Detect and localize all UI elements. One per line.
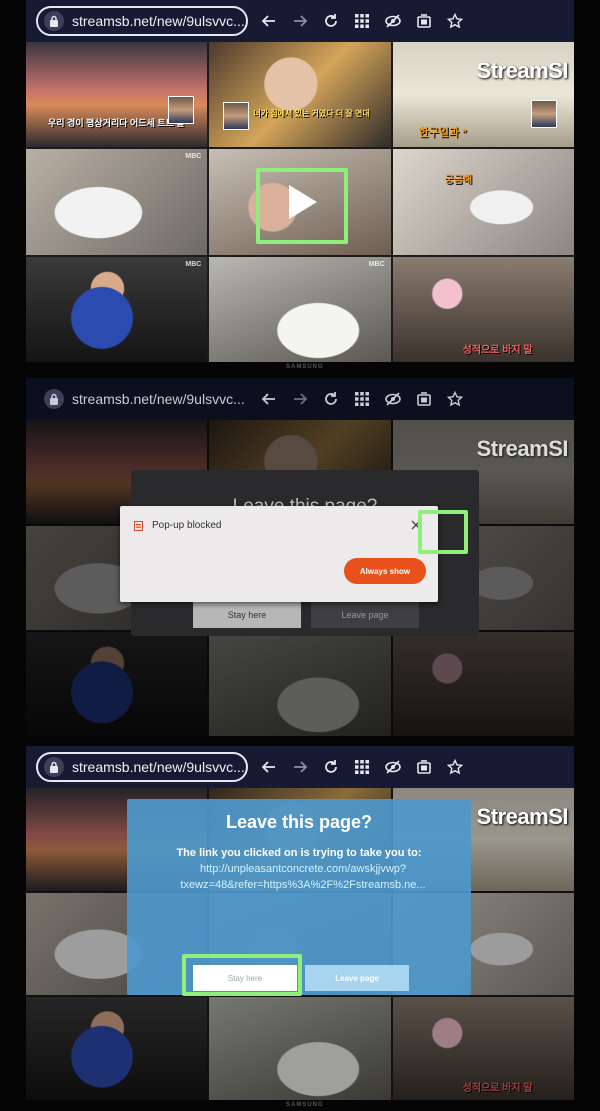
channel-tag: MBC	[185, 260, 202, 268]
stay-here-button[interactable]: Stay here	[193, 965, 297, 991]
tracking-protection-icon[interactable]	[384, 390, 402, 408]
thumbnail-caption: 궁금해	[444, 175, 473, 187]
back-arrow-icon[interactable]	[260, 758, 278, 776]
popup-title: Pop-up blocked	[152, 520, 222, 531]
forward-arrow-icon[interactable]	[291, 758, 309, 776]
url-text: streamsb.net/new/9ulsvvc...	[72, 759, 245, 775]
panel-step-3: streamsb.net/new/9ulsvvc... 성적으로 바지 말 St…	[0, 746, 600, 1111]
tv-screen: streamsb.net/new/9ulsvvc... StreamSI Sta…	[26, 378, 574, 736]
streamsb-watermark: StreamSI	[476, 58, 569, 83]
inset-face	[223, 102, 250, 130]
bookmark-star-icon[interactable]	[446, 390, 464, 408]
channel-tag: MBC	[185, 153, 202, 161]
url-bar[interactable]: streamsb.net/new/9ulsvvc...	[36, 6, 248, 36]
leave-page-button[interactable]: Leave page	[305, 965, 409, 991]
thumbnail-caption: 우리 경이 평상거리다 어드세 트트 들	[48, 118, 185, 129]
video-thumbnail[interactable]: 우리 경이 평상거리다 어드세 트트 들	[26, 42, 208, 148]
video-thumbnail[interactable]: MBC	[209, 256, 391, 362]
tracking-protection-icon[interactable]	[384, 758, 402, 776]
bookmark-star-icon[interactable]	[446, 758, 464, 776]
panel-step-1: streamsb.net/new/9ulsvvc... 우리 경이 평상거리다 …	[0, 0, 600, 370]
streamsb-watermark: StreamSI	[476, 436, 569, 461]
video-thumbnail[interactable]: MBC	[26, 256, 208, 362]
url-text: streamsb.net/new/9ulsvvc...	[72, 13, 245, 29]
back-arrow-icon[interactable]	[260, 390, 278, 408]
lock-icon	[44, 11, 64, 31]
stay-here-button[interactable]: Stay here	[193, 602, 301, 628]
url-bar[interactable]: streamsb.net/new/9ulsvvc...	[36, 752, 248, 782]
video-thumbnail[interactable]: 성적으로 바지 말	[392, 256, 574, 362]
apps-grid-icon[interactable]	[353, 758, 371, 776]
close-icon	[411, 520, 421, 530]
inset-face	[530, 100, 557, 128]
panel-step-2: streamsb.net/new/9ulsvvc... StreamSI Sta…	[0, 370, 600, 746]
streamsb-watermark: StreamSI	[476, 804, 569, 829]
dialog-message: The link you clicked on is trying to tak…	[176, 847, 422, 859]
inset-face	[168, 96, 194, 124]
channel-tag: MBC	[368, 260, 385, 268]
reload-icon[interactable]	[322, 12, 340, 30]
always-show-button[interactable]: Always show	[344, 558, 426, 584]
popup-blocked-notification: Pop-up blocked Always show	[120, 506, 438, 602]
leave-page-dialog: Leave this page? The link you clicked on…	[127, 799, 471, 995]
thumbnail-caption: 성적으로 바지 말	[462, 345, 533, 356]
video-thumbnail[interactable]: 궁금해	[392, 149, 574, 255]
browser-toolbar: streamsb.net/new/9ulsvvc...	[26, 378, 574, 420]
tracking-protection-icon[interactable]	[384, 12, 402, 30]
popup-blocked-icon	[134, 521, 143, 531]
video-thumbnail[interactable]: MBC	[26, 149, 208, 255]
lock-icon	[44, 389, 64, 409]
tv-brand-label: SAMSUNG	[286, 1102, 324, 1108]
apps-grid-icon[interactable]	[353, 390, 371, 408]
back-arrow-icon[interactable]	[260, 12, 278, 30]
play-button[interactable]	[273, 175, 327, 229]
dialog-title: Leave this page?	[225, 812, 373, 832]
reload-icon[interactable]	[322, 758, 340, 776]
video-thumbnail-grid: 우리 경이 평상거리다 어드세 트트 들 너가 집에서 있는 거였다 더 잘 면…	[26, 42, 574, 362]
thumbnail-caption: 너가 집에서 있는 거였다 더 잘 면대	[253, 109, 370, 118]
tab-icon[interactable]	[415, 12, 433, 30]
tv-screen: streamsb.net/new/9ulsvvc... 우리 경이 평상거리다 …	[26, 0, 574, 362]
browser-toolbar: streamsb.net/new/9ulsvvc...	[26, 746, 574, 788]
lock-icon	[44, 757, 64, 777]
bookmark-star-icon[interactable]	[446, 12, 464, 30]
forward-arrow-icon[interactable]	[291, 390, 309, 408]
forward-arrow-icon[interactable]	[291, 12, 309, 30]
apps-grid-icon[interactable]	[353, 12, 371, 30]
leave-page-button[interactable]: Leave page	[311, 602, 419, 628]
thumbnail-caption: 한구일과 *	[418, 127, 467, 139]
reload-icon[interactable]	[322, 390, 340, 408]
video-thumbnail[interactable]: 너가 집에서 있는 거였다 더 잘 면대	[209, 42, 391, 148]
tab-icon[interactable]	[415, 758, 433, 776]
redirect-url-line-1: http://unpleasantconcrete.com/awskjjvwp?	[199, 863, 407, 875]
url-bar[interactable]: streamsb.net/new/9ulsvvc...	[36, 384, 248, 414]
url-text: streamsb.net/new/9ulsvvc...	[72, 391, 245, 407]
redirect-url-line-2: txewz=48&refer=https%3A%2F%2Fstreamsb.ne…	[180, 879, 426, 891]
browser-toolbar: streamsb.net/new/9ulsvvc...	[26, 0, 574, 42]
video-thumbnail[interactable]	[209, 149, 391, 255]
play-icon	[288, 184, 317, 219]
close-button[interactable]	[406, 515, 426, 535]
tv-screen: streamsb.net/new/9ulsvvc... 성적으로 바지 말 St…	[26, 746, 574, 1100]
tab-icon[interactable]	[415, 390, 433, 408]
